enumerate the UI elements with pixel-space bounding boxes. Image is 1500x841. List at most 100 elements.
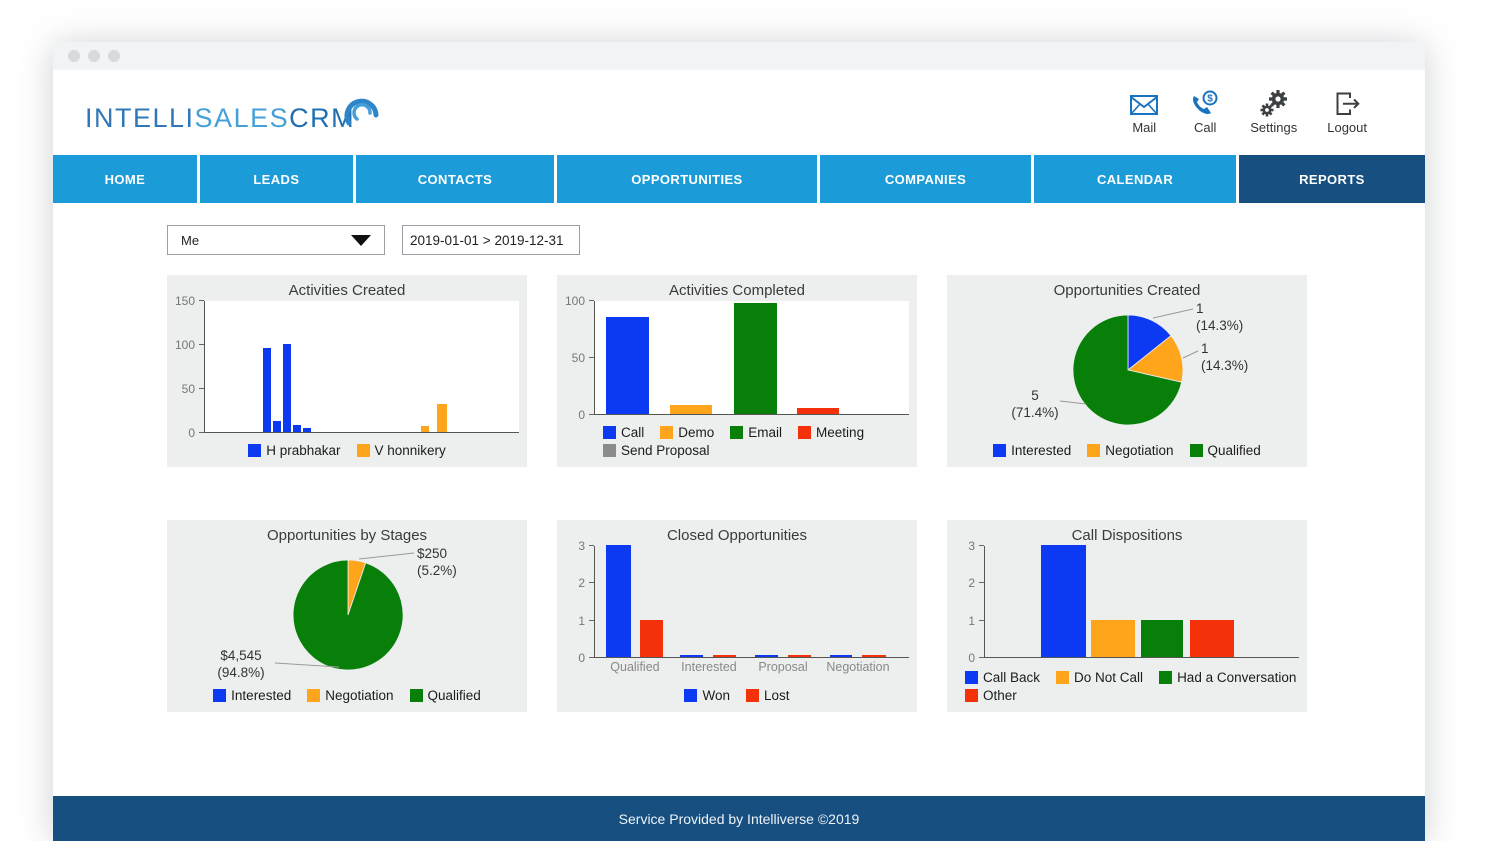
nav-tab-contacts[interactable]: CONTACTS: [356, 155, 554, 203]
window-control-dot[interactable]: [88, 50, 100, 62]
chart-title: Opportunities Created: [947, 282, 1307, 299]
bar: [421, 426, 429, 432]
plot-area: [984, 546, 1299, 658]
page: INTELLISALESCRM Mail $ Call: [0, 0, 1500, 841]
chart-legend: Call Back Do Not Call Had a Conversation Ot…: [965, 670, 1301, 712]
chart-panel-closed-opportunities: Closed Opportunities 0123QualifiedIntere…: [557, 520, 917, 712]
window-control-dot[interactable]: [108, 50, 120, 62]
pie-callout-label: 1: [1201, 341, 1209, 356]
pie-slice-qualified: [293, 560, 403, 670]
legend-label: Email: [748, 425, 782, 440]
bar: [437, 404, 447, 432]
legend-item: Other: [965, 688, 1017, 703]
legend-swatch: [730, 426, 743, 439]
bar: [755, 655, 778, 657]
nav-tab-companies[interactable]: COMPANIES: [820, 155, 1031, 203]
legend-swatch: [684, 689, 697, 702]
x-axis-label: Interested: [681, 660, 737, 674]
owner-select[interactable]: Me: [167, 225, 385, 255]
bar: [830, 655, 853, 657]
footer-text: Service Provided by Intelliverse ©2019: [619, 811, 860, 827]
legend-swatch: [746, 689, 759, 702]
bar: [640, 620, 664, 657]
legend-label: Send Proposal: [621, 443, 710, 458]
nav-tab-reports[interactable]: REPORTS: [1239, 155, 1425, 203]
legend-item: Email: [730, 425, 782, 440]
bar: [273, 421, 281, 432]
legend-item: Had a Conversation: [1159, 670, 1296, 685]
bar: [1041, 545, 1087, 657]
pie-callout-label: (14.3%): [1196, 318, 1243, 333]
pie-callout-label: 5: [1031, 388, 1039, 403]
pie-callout-label: 1: [1196, 301, 1204, 316]
main-content: Me Activities Created 050100150H prabhak…: [53, 203, 1425, 796]
legend-label: Interested: [1011, 443, 1071, 458]
app-header: INTELLISALESCRM Mail $ Call: [53, 70, 1425, 155]
legend-swatch: [965, 671, 978, 684]
y-axis-label: 0: [968, 652, 975, 664]
app-logo[interactable]: INTELLISALESCRM: [85, 93, 381, 133]
y-axis-label: 2: [578, 577, 585, 589]
pie-callout-label: (94.8%): [217, 665, 264, 680]
mail-icon: [1128, 90, 1160, 117]
legend-swatch: [798, 426, 811, 439]
bar: [734, 303, 777, 414]
legend-label: Other: [983, 688, 1017, 703]
nav-tab-home[interactable]: HOME: [53, 155, 197, 203]
legend-item: Qualified: [1190, 443, 1261, 458]
chart-panel-activities-created: Activities Created 050100150H prabhakarV…: [167, 275, 527, 467]
logout-button[interactable]: Logout: [1327, 90, 1367, 135]
call-button[interactable]: $ Call: [1190, 90, 1220, 135]
legend-item: Send Proposal: [603, 443, 710, 458]
legend-label: Call: [621, 425, 644, 440]
window-control-dot[interactable]: [68, 50, 80, 62]
legend-label: Demo: [678, 425, 714, 440]
legend-label: Do Not Call: [1074, 670, 1143, 685]
legend-swatch: [213, 689, 226, 702]
callout-line: [359, 553, 414, 559]
callout-line: [1153, 309, 1193, 318]
legend-swatch: [357, 444, 370, 457]
bar: [788, 655, 811, 657]
legend-swatch: [307, 689, 320, 702]
nav-tab-leads[interactable]: LEADS: [200, 155, 353, 203]
legend-label: H prabhakar: [266, 443, 340, 458]
legend-item: Call Back: [965, 670, 1040, 685]
chart-legend: H prabhakarV honnikery: [167, 443, 527, 467]
legend-swatch: [248, 444, 261, 457]
settings-button[interactable]: Settings: [1250, 90, 1297, 135]
y-axis-label: 3: [578, 540, 585, 552]
bar: [797, 408, 840, 414]
legend-label: Qualified: [1208, 443, 1261, 458]
settings-icon: [1259, 90, 1289, 117]
legend-item: Do Not Call: [1056, 670, 1143, 685]
chart-panel-activities-completed: Activities Completed 050100CallDemoEmail…: [557, 275, 917, 467]
pie-chart: 1(14.3%)1(14.3%)5(71.4%): [947, 301, 1307, 439]
legend-item: Negotiation: [307, 688, 393, 703]
chart-legend: WonLost: [557, 688, 917, 712]
chart-title: Closed Opportunities: [557, 527, 917, 544]
bar: [606, 545, 631, 657]
mail-button[interactable]: Mail: [1128, 90, 1160, 135]
nav-tab-calendar[interactable]: CALENDAR: [1034, 155, 1236, 203]
date-range-input[interactable]: [402, 225, 580, 255]
legend-item: Demo: [660, 425, 714, 440]
chart-legend: InterestedNegotiationQualified: [947, 443, 1307, 467]
legend-label: Had a Conversation: [1177, 670, 1296, 685]
y-axis-label: 0: [188, 427, 195, 439]
legend-swatch: [660, 426, 673, 439]
y-axis-label: 1: [578, 615, 585, 627]
logo-text: INTELLISALESCRM: [85, 93, 355, 132]
nav-tab-opportunities[interactable]: OPPORTUNITIES: [557, 155, 817, 203]
legend-label: Interested: [231, 688, 291, 703]
y-axis-label: 100: [565, 295, 585, 307]
bar: [1141, 620, 1183, 657]
y-axis-label: 150: [175, 295, 195, 307]
pie-callout-label: (14.3%): [1201, 358, 1248, 373]
logout-label: Logout: [1327, 120, 1367, 135]
header-actions: Mail $ Call: [1128, 90, 1367, 135]
y-axis-label: 50: [182, 383, 195, 395]
legend-item: Won: [684, 688, 730, 703]
legend-swatch: [1087, 444, 1100, 457]
pie-callout-label: $4,545: [220, 648, 261, 663]
